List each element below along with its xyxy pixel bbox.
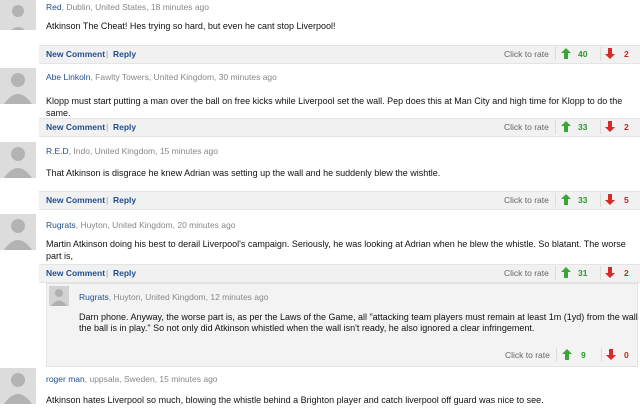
comment-location-time: , Fawlty Towers, United Kingdom, 30 minu… [90,72,277,82]
separator: | [106,49,109,59]
comment-text-line-2: the ball is in play." So not only did At… [79,323,535,333]
comment-actions: New Comment | Reply Click to rate 33 2 [39,118,640,137]
downvote-count: 0 [624,350,629,360]
thumbs-down-arrow-icon[interactable] [605,48,615,59]
thumbs-up-arrow-icon[interactable] [561,121,571,132]
comment-item: Red, Dublin, United States, 18 minutes a… [0,0,640,64]
commenter-name[interactable]: Abe Linkoln [46,72,90,82]
downvote-count: 5 [624,195,629,205]
comment-meta: Abe Linkoln, Fawlty Towers, United Kingd… [46,72,277,82]
divider [600,266,601,280]
click-to-rate-label: Click to rate [504,122,549,132]
click-to-rate-label: Click to rate [505,350,550,360]
downvote-count: 2 [624,268,629,278]
separator: | [106,268,109,278]
comment-meta: Red, Dublin, United States, 18 minutes a… [46,2,209,12]
thumbs-down-arrow-icon[interactable] [606,349,616,360]
avatar[interactable] [0,68,36,104]
commenter-name[interactable]: Rugrats [79,292,109,302]
comment-meta: R.E.D, Indo, United Kingdom, 15 minutes … [46,146,218,156]
comment-location-time: , Huyton, United Kingdom, 20 minutes ago [75,220,236,230]
thumbs-down-arrow-icon[interactable] [605,267,615,278]
divider [556,348,557,362]
click-to-rate-label: Click to rate [504,268,549,278]
comment-actions: Click to rate 9 0 [47,347,635,364]
comment-item: Rugrats, Huyton, United Kingdom, 20 minu… [0,214,640,284]
comment-item: R.E.D, Indo, United Kingdom, 15 minutes … [0,142,640,212]
reply-button[interactable]: Reply [113,122,136,132]
divider [555,193,556,207]
commenter-name[interactable]: Rugrats [46,220,76,230]
comment-item: roger man, uppsala, Sweden, 15 minutes a… [0,368,640,412]
downvote-count: 2 [624,49,629,59]
comment-item: Abe Linkoln, Fawlty Towers, United Kingd… [0,68,640,138]
upvote-count: 33 [578,122,588,132]
comment-location-time: , Dublin, United States, 18 minutes ago [61,2,210,12]
thumbs-down-arrow-icon[interactable] [605,194,615,205]
comment-text: Martin Atkinson doing his best to derail… [46,239,626,261]
separator: | [106,195,109,205]
click-to-rate-label: Click to rate [504,195,549,205]
commenter-name[interactable]: roger man [46,374,85,384]
comment-location-time: , Huyton, United Kingdom, 12 minutes ago [108,292,269,302]
upvote-count: 31 [578,268,588,278]
comment-meta: Rugrats, Huyton, United Kingdom, 12 minu… [79,292,268,302]
thumbs-down-arrow-icon[interactable] [605,121,615,132]
divider [555,120,556,134]
click-to-rate-label: Click to rate [504,49,549,59]
comment-actions: New Comment | Reply Click to rate 31 2 [39,264,640,283]
avatar[interactable] [49,286,69,306]
thumbs-up-arrow-icon[interactable] [561,267,571,278]
divider [600,120,601,134]
upvote-count: 33 [578,195,588,205]
upvote-count: 40 [578,49,588,59]
new-comment-button[interactable]: New Comment [46,268,105,278]
comment-location-time: , Indo, United Kingdom, 15 minutes ago [68,146,218,156]
nested-reply: Rugrats, Huyton, United Kingdom, 12 minu… [46,283,640,367]
new-comment-button[interactable]: New Comment [46,122,105,132]
comment-text: Atkinson The Cheat! Hes trying so hard, … [46,21,336,31]
avatar[interactable] [0,142,36,178]
comment-location-time: , uppsala, Sweden, 15 minutes ago [84,374,218,384]
divider [600,193,601,207]
downvote-count: 2 [624,122,629,132]
new-comment-button[interactable]: New Comment [46,195,105,205]
commenter-name[interactable]: Red [46,2,62,12]
divider [555,47,556,61]
avatar[interactable] [0,0,36,30]
comment-meta: Rugrats, Huyton, United Kingdom, 20 minu… [46,220,235,230]
avatar[interactable] [0,214,36,250]
reply-button[interactable]: Reply [113,49,136,59]
new-comment-button[interactable]: New Comment [46,49,105,59]
avatar[interactable] [0,368,36,404]
divider [555,266,556,280]
divider [600,47,601,61]
reply-button[interactable]: Reply [113,195,136,205]
comment-text: Klopp must start putting a man over the … [46,96,623,118]
comment-meta: roger man, uppsala, Sweden, 15 minutes a… [46,374,218,384]
comment-actions: New Comment | Reply Click to rate 40 2 [39,45,640,64]
comment-text: That Atkinson is disgrace he knew Adrian… [46,168,441,178]
commenter-name[interactable]: R.E.D [46,146,69,156]
comment-text: Atkinson hates Liverpool so much, blowin… [46,395,544,405]
comment-actions: New Comment | Reply Click to rate 33 5 [39,191,640,210]
separator: | [106,122,109,132]
thumbs-up-arrow-icon[interactable] [562,349,572,360]
reply-button[interactable]: Reply [113,268,136,278]
thumbs-up-arrow-icon[interactable] [561,48,571,59]
thumbs-up-arrow-icon[interactable] [561,194,571,205]
divider [601,348,602,362]
upvote-count: 9 [581,350,586,360]
